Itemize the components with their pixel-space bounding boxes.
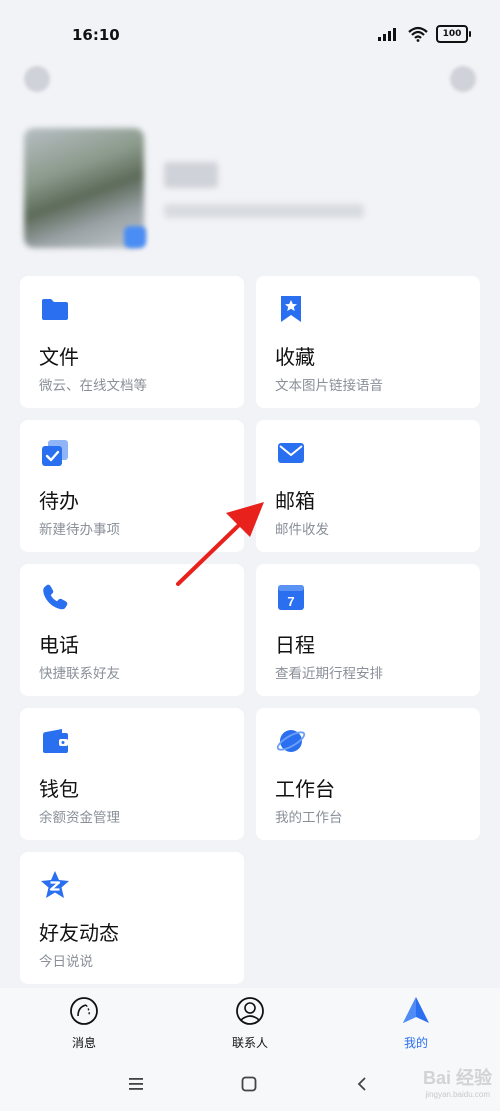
card-title: 日程: [275, 633, 315, 657]
card-files[interactable]: 文件 微云、在线文档等: [20, 276, 244, 408]
calendar-day-text: 7: [287, 594, 294, 609]
card-subtitle: 邮件收发: [275, 522, 329, 538]
card-subtitle: 微云、在线文档等: [39, 378, 147, 394]
planet-icon: [276, 730, 306, 752]
card-title: 邮箱: [275, 489, 315, 513]
card-subtitle: 快捷联系好友: [39, 666, 120, 682]
folder-icon: [42, 299, 68, 320]
home-nav-button[interactable]: [237, 1072, 261, 1096]
tab-label: 我的: [403, 1036, 428, 1050]
card-subtitle: 今日说说: [39, 954, 93, 970]
menu-nav-button[interactable]: [124, 1072, 148, 1096]
signal-icon: [378, 28, 396, 41]
contacts-tab-icon: [236, 997, 264, 1025]
bottom-tab-bar: 消息 联系人 我的: [0, 988, 500, 1054]
card-friend-feed[interactable]: 好友动态 今日说说: [20, 852, 244, 984]
watermark: Bai 经验: [422, 1068, 492, 1088]
watermark-url: jingyan.baidu.com: [425, 1090, 490, 1099]
card-title: 电话: [39, 633, 79, 657]
card-wallet[interactable]: 钱包 余额资金管理: [20, 708, 244, 840]
card-title: 工作台: [275, 777, 335, 801]
top-left-icon[interactable]: [24, 66, 50, 92]
calendar-icon: 7: [278, 585, 304, 610]
card-schedule[interactable]: 7 日程 查看近期行程安排: [256, 564, 480, 696]
top-right-icon[interactable]: [450, 66, 476, 92]
card-subtitle: 我的工作台: [275, 810, 343, 826]
back-chevron-icon: [357, 1077, 366, 1091]
status-icons: 100: [378, 25, 471, 43]
wallet-icon: [43, 729, 68, 753]
card-title: 钱包: [39, 777, 79, 801]
status-time: 16:10: [72, 26, 120, 44]
signature-blurred: [164, 204, 364, 218]
card-favorites[interactable]: 收藏 文本图片链接语音: [256, 276, 480, 408]
card-mailbox[interactable]: 邮箱 邮件收发: [256, 420, 480, 552]
battery-icon: 100: [436, 25, 471, 43]
tab-label: 消息: [71, 1036, 96, 1050]
card-workbench[interactable]: 工作台 我的工作台: [256, 708, 480, 840]
card-subtitle: 文本图片链接语音: [275, 378, 383, 394]
profile-header[interactable]: [24, 128, 484, 248]
status-bar: 16:10 100: [0, 0, 500, 70]
card-phone[interactable]: 电话 快捷联系好友: [20, 564, 244, 696]
card-title: 收藏: [275, 345, 315, 369]
home-square-icon: [241, 1076, 257, 1092]
menu-icon: [129, 1078, 143, 1090]
card-title: 待办: [39, 489, 79, 513]
card-title: 文件: [39, 345, 79, 369]
mail-icon: [278, 443, 304, 463]
tab-messages[interactable]: 消息: [44, 996, 124, 1051]
card-subtitle: 余额资金管理: [39, 810, 120, 826]
tab-contacts[interactable]: 联系人: [210, 996, 290, 1051]
todo-check-icon: [42, 440, 68, 466]
card-subtitle: 新建待办事项: [39, 522, 120, 538]
phone-icon: [43, 584, 68, 610]
nickname-blurred: [164, 162, 218, 188]
tab-label: 联系人: [231, 1036, 268, 1050]
avatar-badge-icon: [124, 226, 146, 248]
tab-me[interactable]: 我的: [376, 996, 456, 1051]
back-nav-button[interactable]: [350, 1072, 374, 1096]
qzone-star-icon: [41, 871, 69, 898]
me-tab-icon: [403, 997, 429, 1023]
card-title: 好友动态: [39, 921, 119, 945]
bookmark-star-icon: [281, 296, 301, 322]
message-tab-icon: [70, 997, 98, 1025]
wifi-icon: [408, 26, 428, 42]
card-subtitle: 查看近期行程安排: [275, 666, 383, 682]
card-todo[interactable]: 待办 新建待办事项: [20, 420, 244, 552]
